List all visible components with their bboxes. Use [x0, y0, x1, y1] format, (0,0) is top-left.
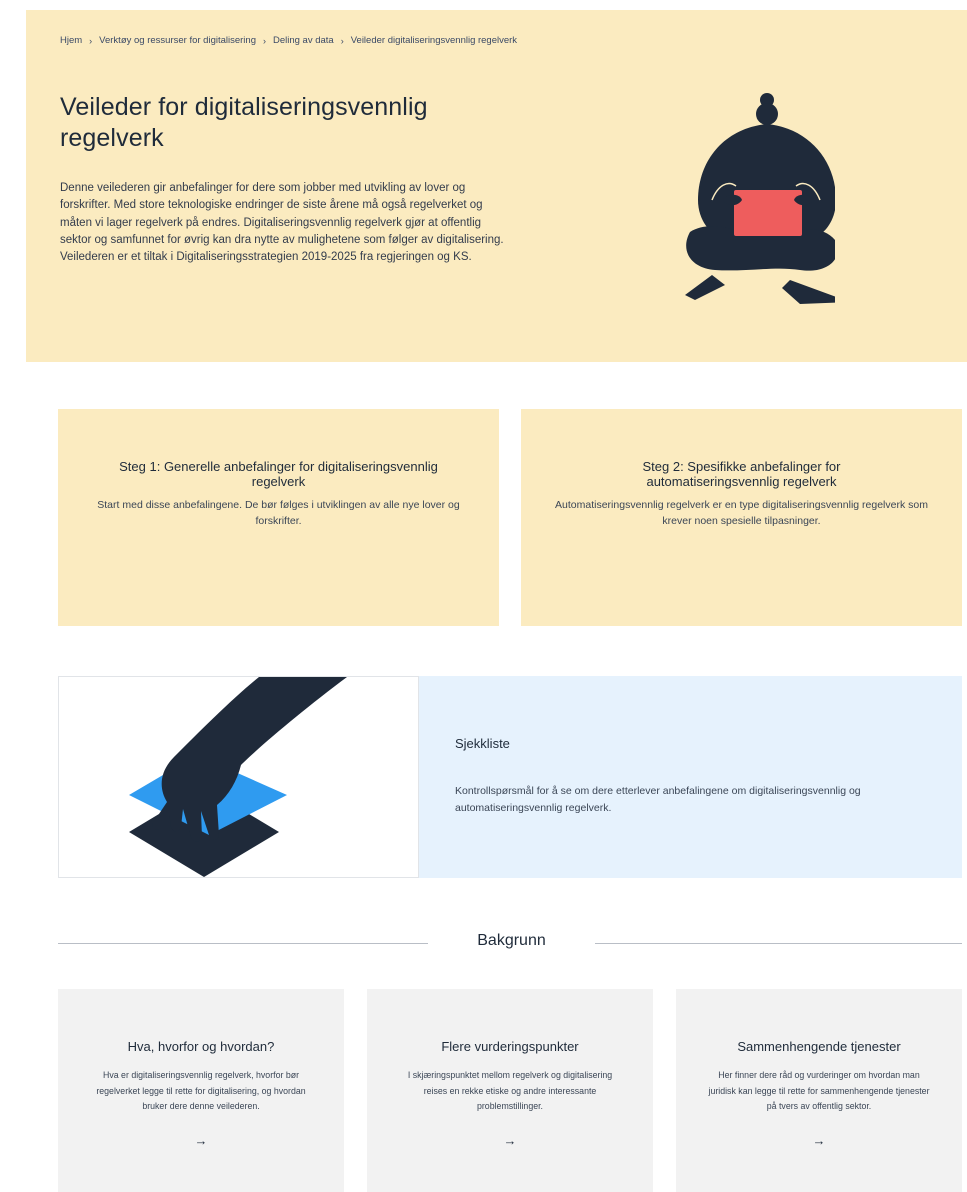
hero-banner: Hjem › Verktøy og ressurser for digitali… [26, 10, 967, 362]
page-title: Veileder for digitaliseringsvennlig rege… [60, 93, 428, 152]
checklist-title: Sjekkliste [455, 736, 510, 751]
step-2-title: Steg 2: Spesifikke anbefalinger for auto… [642, 459, 841, 489]
background-card-assessment-points[interactable]: Flere vurderingspunkter I skjæringspunkt… [367, 989, 653, 1192]
checklist-card[interactable]: Sjekkliste Kontrollspørsmål for å se om … [58, 676, 962, 878]
breadcrumb-home[interactable]: Hjem [60, 35, 82, 46]
breadcrumb-separator-icon: › [262, 35, 266, 46]
background-section-heading: Bakgrunn [58, 930, 962, 958]
person-with-laptop-illustration [685, 93, 835, 304]
arrow-right-icon[interactable]: → [367, 1133, 653, 1148]
arrow-right-icon[interactable]: → [676, 1133, 962, 1148]
background-title: Bakgrunn [477, 932, 546, 949]
checklist-text: Kontrollspørsmål for å se om dere etterl… [455, 785, 861, 814]
breadcrumb-current[interactable]: Veileder digitaliseringsvennlig regelver… [351, 35, 517, 46]
card-text: I skjæringspunktet mellom regelverk og d… [407, 1070, 613, 1111]
step-1-title: Steg 1: Generelle anbefalinger for digit… [119, 459, 438, 489]
card-title: Hva, hvorfor og hvordan? [127, 1039, 275, 1054]
hand-on-paper-illustration [129, 677, 347, 877]
arrow-right-icon[interactable]: → [58, 1133, 344, 1148]
background-card-what-why-how[interactable]: Hva, hvorfor og hvordan? Hva er digitali… [58, 989, 344, 1192]
card-title: Sammenhengende tjenester [737, 1039, 901, 1054]
step-1-card[interactable]: Steg 1: Generelle anbefalinger for digit… [58, 409, 499, 626]
divider-left [58, 943, 428, 944]
step-2-text: Automatiseringsvennlig regelverk er en t… [555, 499, 928, 527]
breadcrumb: Hjem › Verktøy og ressurser for digitali… [60, 35, 517, 46]
breadcrumb-separator-icon: › [340, 35, 344, 46]
breadcrumb-separator-icon: › [89, 35, 93, 46]
breadcrumb-tools[interactable]: Verktøy og ressurser for digitalisering [99, 35, 256, 46]
step-1-text: Start med disse anbefalingene. De bør fø… [97, 499, 460, 527]
background-card-connected-services[interactable]: Sammenhengende tjenester Her finner dere… [676, 989, 962, 1192]
card-text: Hva er digitaliseringsvennlig regelverk,… [96, 1070, 306, 1111]
step-2-card[interactable]: Steg 2: Spesifikke anbefalinger for auto… [521, 409, 962, 626]
breadcrumb-data-sharing[interactable]: Deling av data [273, 35, 334, 46]
checklist-content: Sjekkliste Kontrollspørsmål for å se om … [419, 676, 962, 878]
card-title: Flere vurderingspunkter [441, 1039, 579, 1054]
card-text: Her finner dere råd og vurderinger om hv… [708, 1070, 930, 1111]
checklist-illustration-panel [58, 676, 419, 878]
divider-right [595, 943, 962, 944]
page-lead: Denne veilederen gir anbefalinger for de… [60, 182, 504, 264]
